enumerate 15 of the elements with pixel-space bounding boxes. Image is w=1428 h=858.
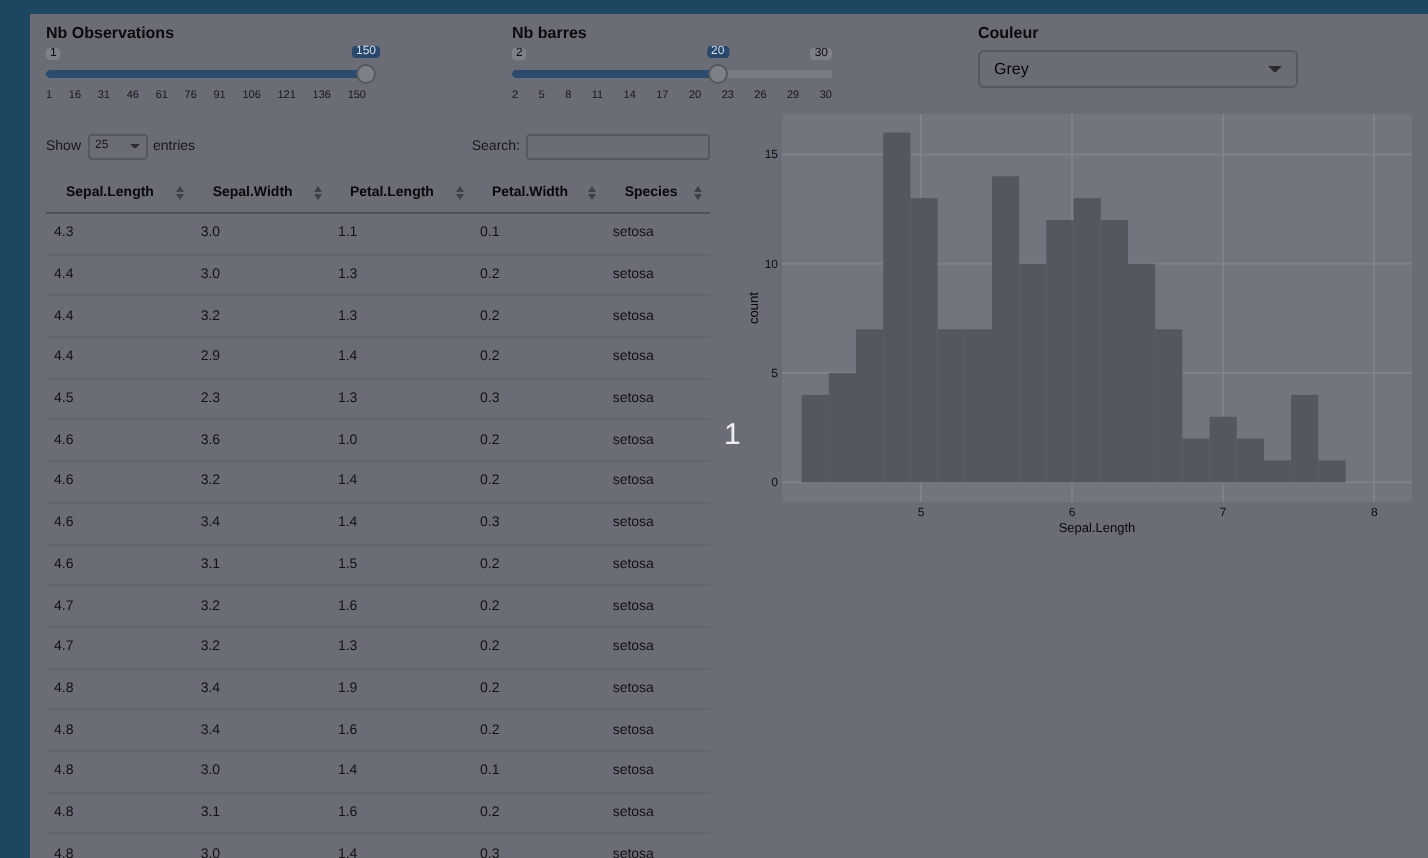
sort-icon [176, 185, 185, 199]
caret-icon [1268, 65, 1282, 73]
slider-handle[interactable] [356, 64, 376, 84]
slider-handle[interactable] [707, 64, 728, 84]
sort-icon [313, 185, 322, 199]
slider-label: Nb barres [512, 24, 589, 42]
overlay-number: 1 [724, 418, 741, 452]
sort-icon [694, 185, 702, 199]
slider-label: Nb Observations [46, 24, 177, 42]
histogram-bar [801, 394, 829, 483]
caret-icon [129, 143, 140, 149]
select-label: Couleur [978, 24, 1041, 42]
color-select[interactable]: Grey [978, 50, 1298, 88]
sort-icon [588, 185, 597, 199]
sort-icon [455, 185, 464, 199]
